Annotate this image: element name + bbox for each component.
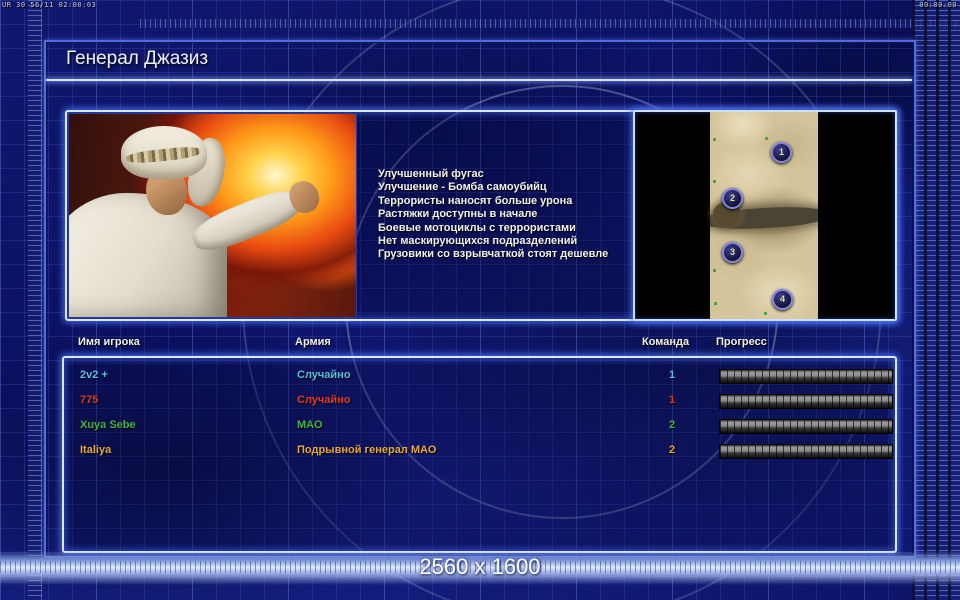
ruler-top — [140, 19, 960, 28]
player-name: Xuya Sebe — [80, 419, 136, 431]
network-stats-text: UR 30 56/11 02:00:03 — [2, 1, 97, 9]
player-army: МАО — [297, 419, 323, 431]
ability-item: Грузовики со взрывчаткой стоят дешевле — [378, 248, 609, 261]
map-unit-dot — [713, 269, 716, 272]
ability-item: Террористы наносят больше урона — [378, 194, 573, 207]
player-army: Случайно — [297, 394, 351, 406]
player-team: 1 — [668, 394, 676, 406]
general-title: Генерал Джазиз — [66, 48, 209, 69]
map-unit-dot — [764, 312, 767, 315]
ability-item: Улучшенный фугас — [378, 168, 484, 180]
player-army: Подрывной генерал МАО — [297, 444, 437, 456]
header-team: Команда — [642, 336, 690, 348]
header-player-name: Имя игрока — [78, 336, 140, 348]
ability-item: Боевые мотоциклы с террористами — [378, 221, 576, 234]
load-progress-bar — [719, 444, 893, 459]
header-progress: Прогресс — [716, 336, 767, 348]
start-position-marker: 3 — [722, 242, 743, 263]
load-progress-bar — [719, 369, 893, 384]
player-team: 2 — [668, 444, 676, 456]
start-position-marker: 1 — [771, 142, 792, 163]
map-unit-dot — [713, 180, 716, 183]
player-row: Italiya Подрывной генерал МАО 2 — [64, 439, 893, 464]
ability-item: Нет маскирующихся подразделений — [378, 235, 578, 248]
map-preview: 1 2 3 4 — [633, 110, 897, 321]
player-team: 1 — [668, 369, 676, 381]
player-team: 2 — [668, 419, 676, 431]
title-divider — [46, 79, 912, 81]
player-row: Xuya Sebe МАО 2 — [64, 414, 893, 439]
start-position-marker: 2 — [722, 188, 743, 209]
footer-band: 2560 x 1600 — [0, 551, 960, 585]
player-list-panel: 2v2 + Случайно 1 775 Случайно 1 Xuya Seb… — [62, 356, 897, 553]
general-portrait — [68, 113, 357, 318]
load-progress-bar — [719, 419, 893, 434]
load-progress-bar — [719, 394, 893, 409]
player-row: 775 Случайно 1 — [64, 389, 893, 414]
ruler-left — [28, 0, 42, 600]
start-position-marker: 4 — [772, 289, 793, 310]
loading-screen: UR 30 56/11 02:00:03 00:00:00 Генерал Дж… — [0, 0, 960, 600]
header-army: Армия — [295, 336, 331, 348]
player-name: Italiya — [80, 444, 112, 456]
resolution-text: 2560 x 1600 — [419, 554, 541, 579]
player-name: 775 — [80, 394, 99, 406]
player-name: 2v2 + — [80, 369, 108, 381]
player-row: 2v2 + Случайно 1 — [64, 364, 893, 389]
portrait-robe — [69, 193, 227, 317]
abilities-list: Улучшенный фугас Улучшение - Бомба самоу… — [378, 168, 630, 262]
game-timer-text: 00:00:00 — [919, 1, 957, 9]
map-unit-dot — [714, 302, 717, 305]
map-unit-dot — [765, 137, 768, 140]
ability-item: Улучшение - Бомба самоубийц — [378, 181, 547, 194]
player-army: Случайно — [297, 369, 351, 381]
map-unit-dot — [713, 138, 716, 141]
ruler-right — [912, 0, 960, 600]
player-table-header: Имя игрока Армия Команда Прогресс — [0, 336, 960, 352]
ability-item: Растяжки доступны в начале — [378, 208, 538, 221]
